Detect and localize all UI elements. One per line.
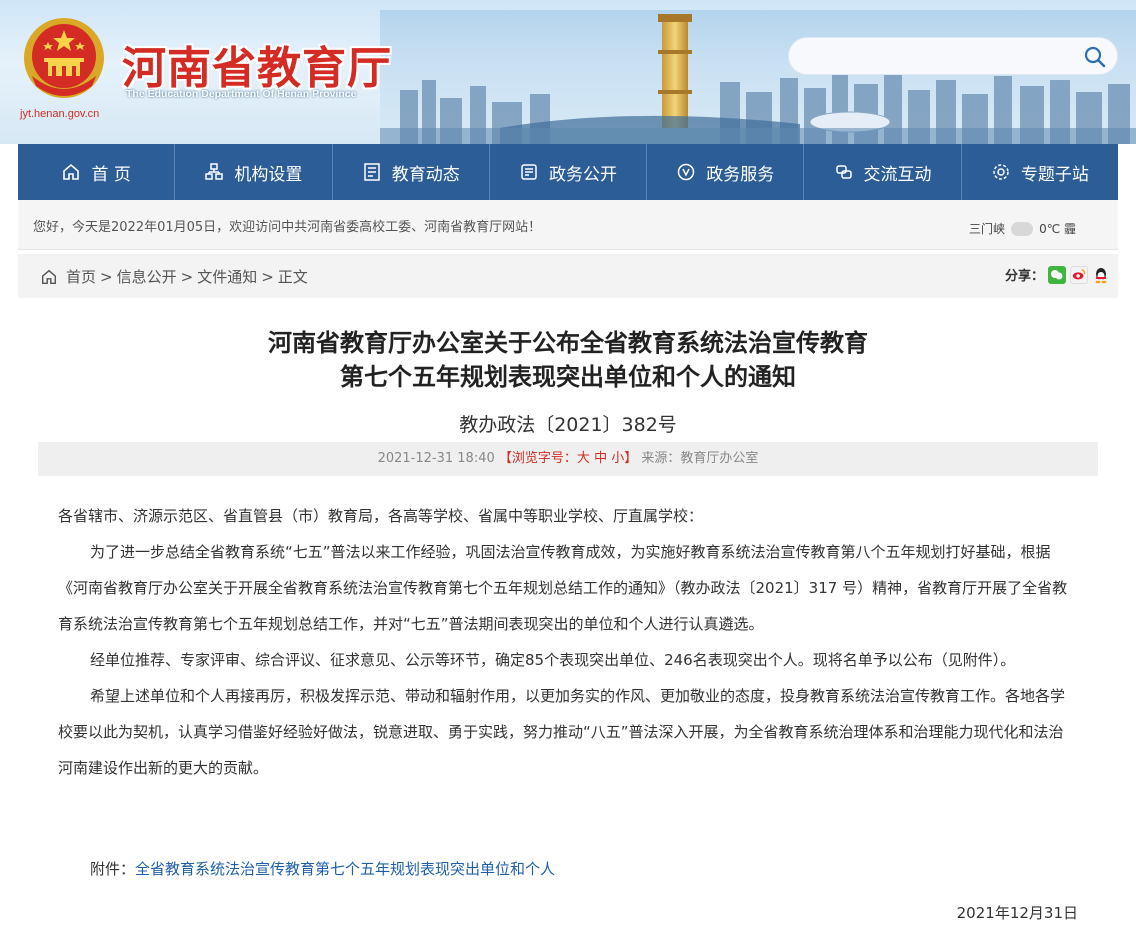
home-icon — [63, 163, 80, 180]
article-title: 河南省教育厅办公室关于公布全省教育系统法治宣传教育 第七个五年规划表现突出单位和… — [18, 326, 1118, 394]
gear-icon — [993, 164, 1009, 180]
weibo-icon[interactable] — [1070, 265, 1088, 284]
document-number: 教办政法〔2021〕382号 — [459, 414, 677, 436]
signature-date: 2021年12月31日 — [956, 904, 1078, 922]
site-header: 河南省教育厅 The Education Department Of Henan… — [0, 0, 1136, 144]
breadcrumb-bar: 首页 > 信息公开 > 文件通知 > 正文 分享： — [18, 254, 1118, 298]
breadcrumb: 首页 > 信息公开 > 文件通知 > 正文 — [40, 266, 308, 287]
qq-icon[interactable] — [1092, 265, 1110, 284]
news-icon — [363, 163, 380, 181]
document-icon — [521, 164, 537, 180]
home-icon — [41, 269, 57, 284]
main-nav: 首 页 机构设置 教育动态 政务公开 政务服务 交流互动 专题子站 — [18, 144, 1118, 200]
nav-item-gov-affairs[interactable]: 政务公开 — [490, 144, 648, 200]
breadcrumb-info-public[interactable]: 信息公开 — [117, 266, 177, 287]
breadcrumb-notices[interactable]: 文件通知 — [197, 266, 257, 287]
nav-item-label: 首 页 — [91, 164, 131, 185]
nav-item-topics[interactable]: 专题子站 — [962, 144, 1118, 200]
service-icon — [678, 163, 695, 181]
nav-item-home[interactable]: 首 页 — [18, 144, 176, 200]
breadcrumb-separator: > — [100, 267, 113, 286]
nav-item-label: 政务公开 — [548, 164, 617, 185]
share-label: 分享： — [1004, 269, 1044, 284]
publish-date: 2021-12-31 18:40 — [377, 451, 495, 466]
font-size-large[interactable]: 大 — [577, 451, 590, 466]
nav-item-label: 机构设置 — [234, 164, 303, 185]
article: 河南省教育厅办公室关于公布全省教育系统法治宣传教育 第七个五年规划表现突出单位和… — [18, 298, 1118, 937]
article-title-line: 第七个五年规划表现突出单位和个人的通知 — [340, 363, 796, 391]
national-emblem-icon — [24, 18, 104, 98]
font-size-label: 【浏览字号： — [498, 451, 577, 466]
article-source: 来源：教育厅办公室 — [641, 451, 759, 466]
search-input[interactable] — [805, 46, 1075, 68]
font-size-small[interactable]: 小 — [611, 451, 624, 466]
nav-item-label: 交流互动 — [863, 164, 932, 185]
cloud-icon — [1011, 221, 1034, 236]
article-title-line: 河南省教育厅办公室关于公布全省教育系统法治宣传教育 — [268, 329, 868, 357]
share-bar: 分享： — [1005, 265, 1110, 284]
weather-city: 三门峡 — [969, 222, 1006, 236]
nav-item-interaction[interactable]: 交流互动 — [804, 144, 962, 200]
nav-item-organization[interactable]: 机构设置 — [175, 144, 333, 200]
site-subtitle: The Education Department Of Henan Provin… — [126, 88, 357, 100]
breadcrumb-home[interactable]: 首页 — [66, 266, 96, 287]
nav-item-label: 专题子站 — [1020, 164, 1089, 185]
search-icon[interactable] — [1083, 45, 1107, 69]
wechat-icon[interactable] — [1048, 265, 1066, 284]
site-title: 河南省教育厅 — [122, 43, 392, 94]
nav-item-news[interactable]: 教育动态 — [333, 144, 490, 200]
site-domain: jyt.henan.gov.cn — [20, 108, 100, 120]
salutation: 各省辖市、济源示范区、省直管县（市）教育局，各高等学校、省属中等职业学校、厅直属… — [58, 507, 704, 525]
nav-item-label: 政务服务 — [706, 164, 775, 185]
paragraph: 经单位推荐、专家评审、综合评议、征求意见、公示等环节，确定85个表现突出单位、2… — [90, 651, 1016, 669]
paragraph: 为了进一步总结全省教育系统“七五”普法以来工作经验，巩固法治宣传教育成效，为实施… — [58, 543, 1068, 633]
article-meta: 2021-12-31 18:40 【浏览字号：大 中 小】 来源：教育厅办公室 — [38, 442, 1098, 476]
paragraph: 希望上述单位和个人再接再厉，积极发挥示范、带动和辐射作用，以更加务实的作风、更加… — [58, 687, 1066, 777]
font-size-medium[interactable]: 中 — [594, 451, 607, 466]
interaction-icon — [835, 165, 852, 179]
font-size-bracket: 】 — [624, 451, 638, 466]
org-chart-icon — [205, 163, 224, 180]
search-box — [788, 37, 1118, 75]
attachment-label: 附件： — [90, 860, 136, 878]
breadcrumb-current: 正文 — [277, 268, 308, 286]
breadcrumb-separator: > — [261, 267, 274, 286]
attachment-link[interactable]: 全省教育系统法治宣传教育第七个五年规划表现突出单位和个人 — [135, 860, 555, 878]
nav-item-gov-service[interactable]: 政务服务 — [647, 144, 805, 200]
city-skyline-image — [380, 10, 1136, 144]
welcome-text: 您好，今天是2022年01月05日，欢迎访问中共河南省委高校工委、河南省教育厅网… — [33, 220, 542, 235]
breadcrumb-separator: > — [180, 267, 194, 286]
article-body: 各省辖市、济源示范区、省直管县（市）教育局，各高等学校、省属中等职业学校、厅直属… — [58, 498, 1078, 786]
attachment: 附件：全省教育系统法治宣传教育第七个五年规划表现突出单位和个人 — [90, 858, 555, 879]
welcome-bar: 您好，今天是2022年01月05日，欢迎访问中共河南省委高校工委、河南省教育厅网… — [18, 200, 1118, 250]
weather-temperature: 0℃ 霾 — [1039, 222, 1076, 236]
nav-item-label: 教育动态 — [391, 164, 460, 185]
weather-widget: 三门峡 0℃ 霾 — [969, 220, 1076, 237]
